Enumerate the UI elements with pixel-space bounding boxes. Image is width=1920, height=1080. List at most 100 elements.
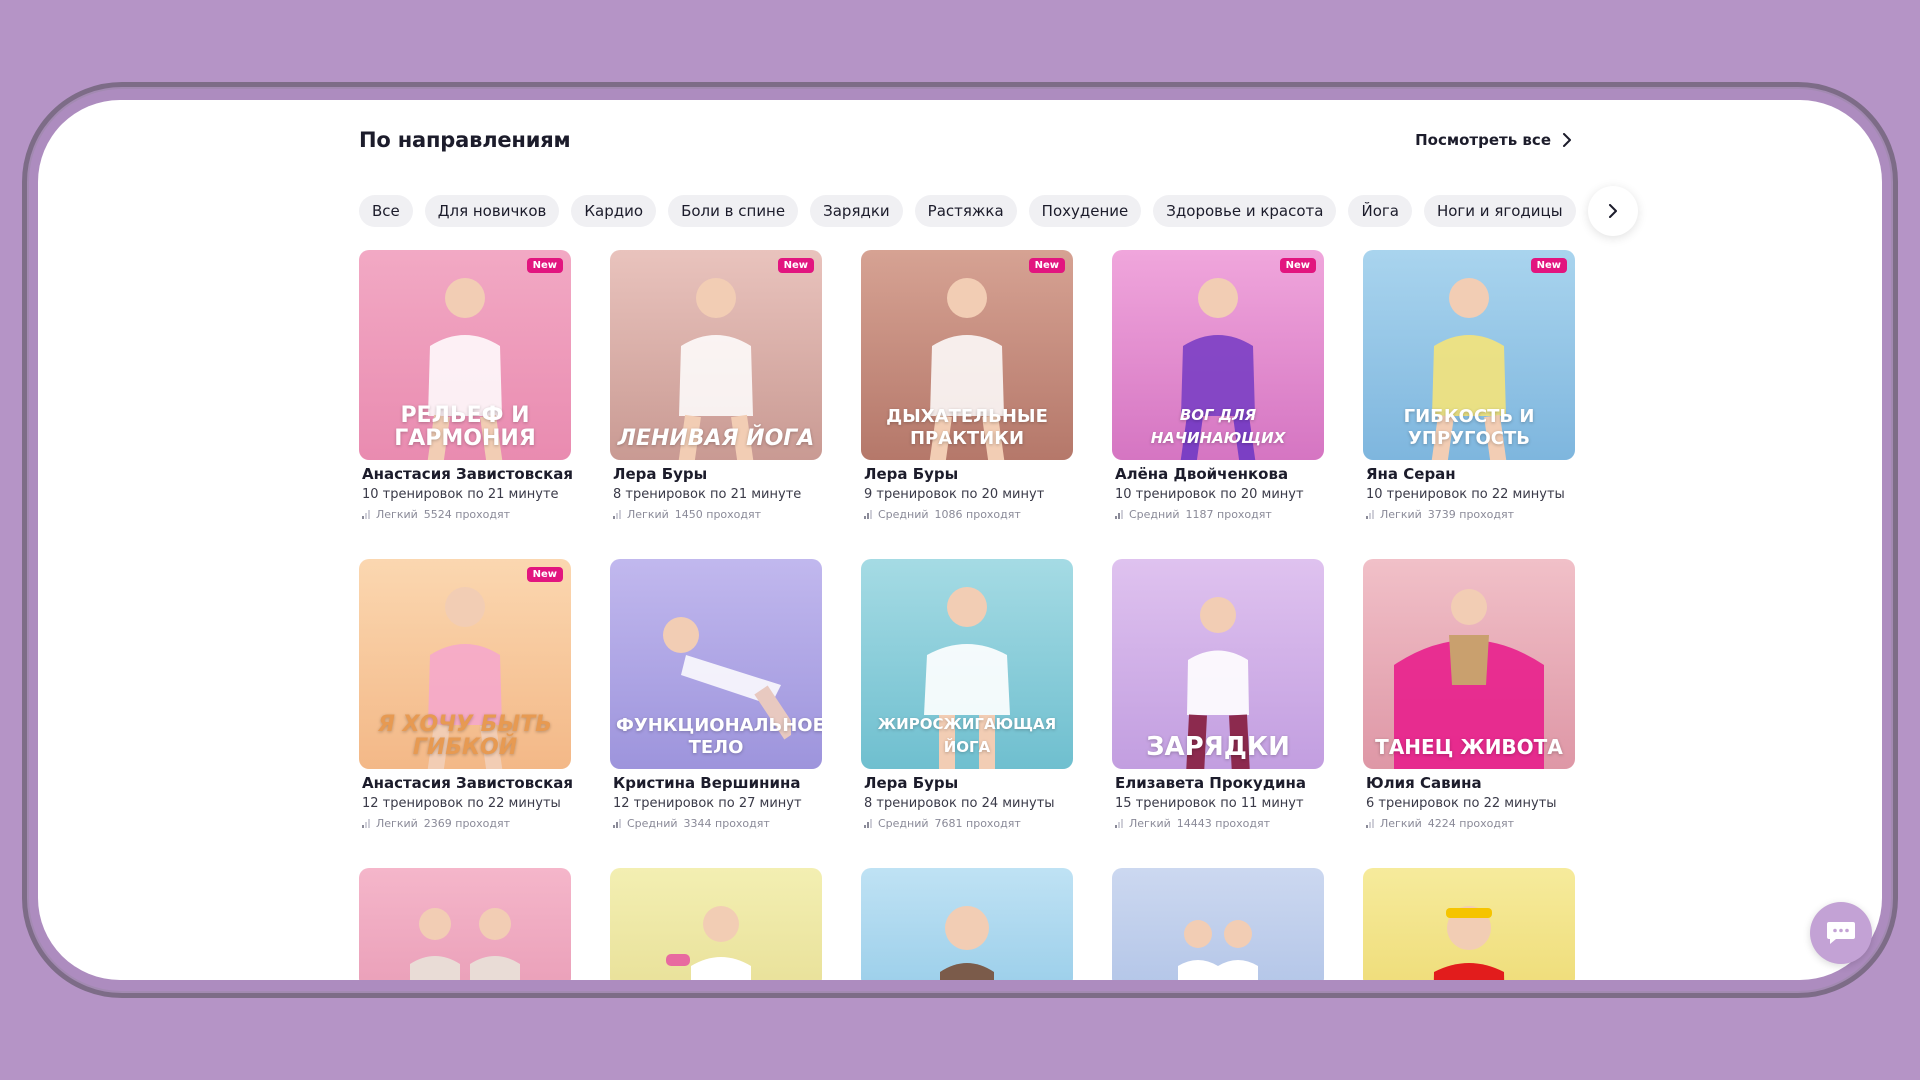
- level-bars-icon: [1366, 819, 1374, 828]
- filter-chips: Все Для новичков Кардио Боли в спине Зар…: [359, 186, 1638, 236]
- filter-chip-health-beauty[interactable]: Здоровье и красота: [1153, 195, 1337, 227]
- program-grid: New Рельеф и гармония Анастасия Завистов…: [359, 250, 1575, 980]
- difficulty-level: Легкий: [376, 817, 418, 830]
- program-card[interactable]: New Гибкость и упругость Яна Серан 10 тр…: [1363, 250, 1575, 521]
- program-meta: Легкий 14443 проходят: [1112, 817, 1324, 830]
- program-card[interactable]: New Я хочу быть гибкой Анастасия Зависто…: [359, 559, 573, 830]
- difficulty-level: Легкий: [1380, 508, 1422, 521]
- filter-chip-back-pain[interactable]: Боли в спине: [668, 195, 799, 227]
- chevron-right-icon: [1563, 133, 1571, 147]
- filter-chip-legs-glutes[interactable]: Ноги и ягодицы: [1423, 195, 1576, 227]
- program-caption: Я хочу быть гибкой: [377, 712, 552, 760]
- program-info: 15 тренировок по 11 минут: [1115, 796, 1304, 811]
- program-thumbnail: [610, 868, 822, 980]
- trainer-name: Лера Буры: [864, 465, 959, 483]
- trainer-figure: [410, 908, 520, 980]
- participants-count: 3739 проходят: [1427, 508, 1515, 521]
- difficulty-level: Легкий: [1129, 817, 1171, 830]
- new-badge: New: [526, 567, 563, 582]
- level-bars-icon: [1115, 819, 1123, 828]
- difficulty-level: Средний: [878, 508, 929, 521]
- level-bars-icon: [362, 510, 370, 519]
- new-badge: New: [526, 258, 563, 273]
- filter-chip-warmups[interactable]: Зарядки: [810, 195, 903, 227]
- filter-chip-cardio[interactable]: Кардио: [571, 195, 657, 227]
- program-caption: Зарядки: [1146, 732, 1290, 762]
- program-card[interactable]: Функциональное тело Кристина Вершинина 1…: [610, 559, 822, 830]
- program-card[interactable]: New Ленивая йога Лера Буры 8 тренировок …: [610, 250, 822, 521]
- program-thumbnail: New Дыхательные практики: [861, 250, 1073, 460]
- level-bars-icon: [613, 819, 621, 828]
- program-meta: Средний 1086 проходят: [861, 508, 1073, 521]
- program-card[interactable]: [610, 868, 822, 980]
- chat-bubble-icon: [1827, 922, 1855, 944]
- program-caption: Рельеф и гармония: [394, 403, 536, 451]
- difficulty-level: Легкий: [627, 508, 669, 521]
- level-bars-icon: [1366, 510, 1374, 519]
- program-caption: Дыхательные практики: [886, 406, 1048, 449]
- program-card[interactable]: [1112, 868, 1324, 980]
- program-thumbnail: Функциональное тело: [610, 559, 822, 769]
- trainer-name: Яна Серан: [1366, 465, 1456, 483]
- new-badge: New: [1279, 258, 1316, 273]
- program-card[interactable]: Танец живота Юлия Савина 6 тренировок по…: [1363, 559, 1575, 830]
- filter-chip-all[interactable]: Все: [359, 195, 413, 227]
- filter-chip-stretching[interactable]: Растяжка: [914, 195, 1017, 227]
- trainer-name: Юлия Савина: [1366, 774, 1482, 792]
- program-thumbnail: [359, 868, 571, 980]
- filter-chip-yoga[interactable]: Йога: [1348, 195, 1412, 227]
- program-card[interactable]: Зарядки Елизавета Прокудина 15 тренирово…: [1112, 559, 1324, 830]
- program-meta: Легкий 4224 проходят: [1363, 817, 1575, 830]
- filter-chip-beginners[interactable]: Для новичков: [424, 195, 560, 227]
- program-info: 10 тренировок по 20 минут: [1115, 487, 1304, 502]
- participants-count: 4224 проходят: [1427, 817, 1515, 830]
- participants-count: 1086 проходят: [934, 508, 1021, 521]
- section-header: По направлениям Посмотреть все: [359, 128, 1573, 152]
- filter-chip-weight-loss[interactable]: Похудение: [1028, 195, 1142, 227]
- trainer-figure: [940, 906, 994, 980]
- participants-count: 7681 проходят: [934, 817, 1021, 830]
- program-info: 9 тренировок по 20 минут: [864, 487, 1045, 502]
- chat-button[interactable]: [1810, 902, 1872, 964]
- trainer-figure: [1178, 920, 1258, 980]
- program-info: 12 тренировок по 27 минут: [613, 796, 802, 811]
- program-caption: Гибкость и упругость: [1403, 406, 1535, 449]
- trainer-name: Кристина Вершинина: [613, 774, 801, 792]
- program-thumbnail: Танец живота: [1363, 559, 1575, 769]
- trainer-figure: [666, 906, 751, 980]
- program-card[interactable]: [861, 868, 1073, 980]
- program-thumbnail: [1112, 868, 1324, 980]
- program-meta: Легкий 3739 проходят: [1363, 508, 1575, 521]
- difficulty-level: Средний: [627, 817, 678, 830]
- program-card[interactable]: Жиросжигающая йога Лера Буры 8 тренирово…: [861, 559, 1073, 830]
- program-card[interactable]: New Дыхательные практики Лера Буры 9 тре…: [861, 250, 1073, 521]
- program-info: 8 тренировок по 21 минуте: [613, 487, 802, 502]
- program-card[interactable]: New Рельеф и гармония Анастасия Завистов…: [359, 250, 573, 521]
- program-info: 10 тренировок по 22 минуты: [1366, 487, 1565, 502]
- program-caption: Функциональное тело: [616, 715, 822, 758]
- difficulty-level: Средний: [1129, 508, 1180, 521]
- difficulty-level: Легкий: [376, 508, 418, 521]
- level-bars-icon: [613, 510, 621, 519]
- level-bars-icon: [362, 819, 370, 828]
- program-info: 6 тренировок по 22 минуты: [1366, 796, 1557, 811]
- program-thumbnail: New Я хочу быть гибкой: [359, 559, 571, 769]
- trainer-name: Лера Буры: [613, 465, 708, 483]
- trainer-figure: [1433, 906, 1505, 980]
- program-card[interactable]: [359, 868, 571, 980]
- see-all-label: Посмотреть все: [1415, 131, 1551, 149]
- trainer-name: Елизавета Прокудина: [1115, 774, 1306, 792]
- program-card[interactable]: New Вог для начинающих Алёна Двойченкова…: [1112, 250, 1324, 521]
- app-screen: По направлениям Посмотреть все Все Для н…: [38, 100, 1882, 980]
- program-card[interactable]: [1363, 868, 1575, 980]
- see-all-link[interactable]: Посмотреть все: [1415, 131, 1573, 149]
- new-badge: New: [1530, 258, 1567, 273]
- program-thumbnail: [861, 868, 1073, 980]
- program-info: 10 тренировок по 21 минуте: [362, 487, 559, 502]
- program-thumbnail: Зарядки: [1112, 559, 1324, 769]
- program-thumbnail: [1363, 868, 1575, 980]
- filters-next-button[interactable]: [1587, 186, 1638, 236]
- program-meta: Средний 7681 проходят: [861, 817, 1073, 830]
- page-title: По направлениям: [359, 128, 571, 152]
- program-meta: Средний 3344 проходят: [610, 817, 822, 830]
